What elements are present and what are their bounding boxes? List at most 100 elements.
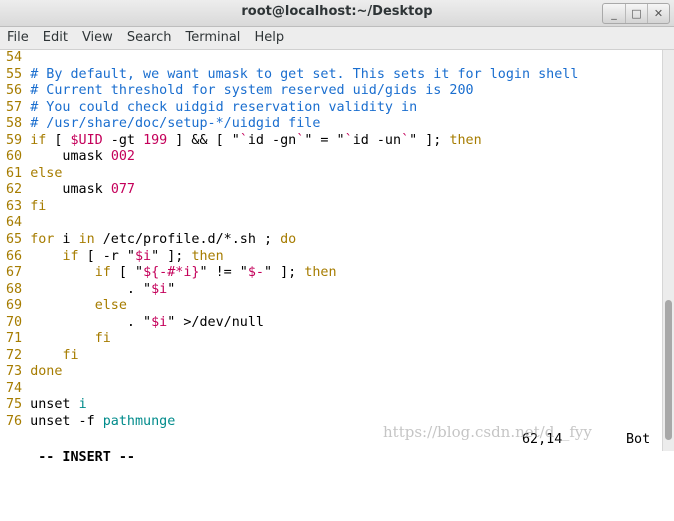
- code-token: if: [94, 265, 111, 281]
- code-token: if: [30, 132, 47, 148]
- close-button[interactable]: ✕: [647, 4, 669, 23]
- code-token: id -un: [352, 132, 402, 148]
- code-token: ": [167, 281, 176, 297]
- code-token: fi: [94, 331, 111, 347]
- code-token: done: [30, 364, 63, 380]
- code-token: $UID: [70, 132, 103, 148]
- code-token: pathmunge: [102, 414, 176, 430]
- code-token: ] && [ ": [167, 132, 240, 148]
- line-number: 56: [6, 83, 23, 99]
- code-line: 60 umask 002: [6, 149, 578, 166]
- code-line: 54: [6, 50, 578, 67]
- code-line: 69 else: [6, 298, 578, 315]
- code-token: unset: [22, 397, 79, 413]
- line-number: 75: [6, 397, 23, 413]
- code-token: " ];: [151, 248, 192, 264]
- code-line: 61 else: [6, 166, 578, 183]
- line-number: 58: [6, 116, 23, 132]
- line-number: 71: [6, 331, 23, 347]
- code-line: 64: [6, 215, 578, 232]
- code-token: id -gn: [247, 132, 297, 148]
- watermark: https://blog.csdn.net/d__fyy: [383, 423, 592, 441]
- code-token: " ];: [409, 132, 450, 148]
- code-token: fi: [62, 347, 79, 363]
- line-number: 60: [6, 149, 23, 165]
- window-controls: _ □ ✕: [602, 3, 670, 24]
- line-number: 68: [6, 281, 23, 297]
- code-token: for: [30, 232, 55, 248]
- code-token: do: [280, 232, 297, 248]
- code-token: then: [191, 248, 224, 264]
- code-token: # /usr/share/doc/setup-*/uidgid file: [30, 116, 321, 132]
- code-token: $-: [247, 265, 264, 281]
- code-line: 58 # /usr/share/doc/setup-*/uidgid file: [6, 116, 578, 133]
- menu-help[interactable]: Help: [247, 27, 291, 49]
- code-line: 67 if [ "${-#*i}" != "$-" ]; then: [6, 265, 578, 282]
- code-line: 59 if [ $UID -gt 199 ] && [ "`id -gn`" =…: [6, 133, 578, 150]
- code-line: 75 unset i: [6, 397, 578, 414]
- window-title: root@localhost:~/Desktop: [241, 4, 433, 19]
- scrollbar[interactable]: [662, 50, 674, 451]
- menu-file[interactable]: File: [0, 27, 36, 49]
- code-line: 70 . "$i" >/dev/null: [6, 315, 578, 332]
- code-token: fi: [30, 198, 47, 214]
- menu-view[interactable]: View: [75, 27, 120, 49]
- code-token: " ];: [264, 265, 305, 281]
- code-token: " = ": [304, 132, 345, 148]
- code-token: $i: [151, 281, 168, 297]
- maximize-button[interactable]: □: [625, 4, 647, 23]
- code-token: ${-#*i}: [143, 265, 200, 281]
- code-token: i: [54, 232, 79, 248]
- line-number: 57: [6, 99, 23, 115]
- code-line: 71 fi: [6, 331, 578, 348]
- code-token: . ": [22, 281, 152, 297]
- mode-indicator: -- INSERT --: [38, 450, 135, 465]
- terminal-area[interactable]: 54 55 # By default, we want umask to get …: [0, 50, 663, 465]
- code-line: 72 fi: [6, 348, 578, 365]
- line-number: 55: [6, 66, 23, 82]
- code-token: # By default, we want umask to get set. …: [30, 66, 579, 82]
- line-number: 54: [6, 50, 23, 65]
- code-line: 56 # Current threshold for system reserv…: [6, 83, 578, 100]
- line-number: 61: [6, 165, 23, 181]
- line-number: 72: [6, 347, 23, 363]
- editor-lines: 54 55 # By default, we want umask to get …: [6, 50, 578, 431]
- code-token: else: [30, 165, 63, 181]
- code-token: $i: [135, 248, 152, 264]
- code-line: 57 # You could check uidgid reservation …: [6, 100, 578, 117]
- line-number: 62: [6, 182, 23, 198]
- code-token: `: [401, 132, 410, 148]
- menu-edit[interactable]: Edit: [36, 27, 75, 49]
- code-line: 73 done: [6, 364, 578, 381]
- line-number: 76: [6, 414, 23, 430]
- code-token: i: [78, 397, 87, 413]
- code-line: 63 fi: [6, 199, 578, 216]
- code-token: in: [78, 232, 95, 248]
- line-number: 74: [6, 380, 23, 396]
- code-token: # You could check uidgid reservation val…: [30, 99, 418, 115]
- code-token: then: [449, 132, 482, 148]
- code-token: # Current threshold for system reserved …: [30, 83, 474, 99]
- menu-terminal[interactable]: Terminal: [178, 27, 247, 49]
- code-token: umask: [22, 149, 111, 165]
- menu-search[interactable]: Search: [120, 27, 179, 49]
- scrollbar-thumb[interactable]: [665, 300, 672, 440]
- menubar: File Edit View Search Terminal Help: [0, 27, 674, 50]
- code-token: [: [46, 132, 71, 148]
- window-titlebar: root@localhost:~/Desktop _ □ ✕: [0, 0, 674, 27]
- minimize-button[interactable]: _: [603, 4, 625, 23]
- line-number: 67: [6, 265, 23, 281]
- code-token: [ -r ": [78, 248, 135, 264]
- code-token: -gt: [102, 132, 144, 148]
- line-number: 73: [6, 364, 23, 380]
